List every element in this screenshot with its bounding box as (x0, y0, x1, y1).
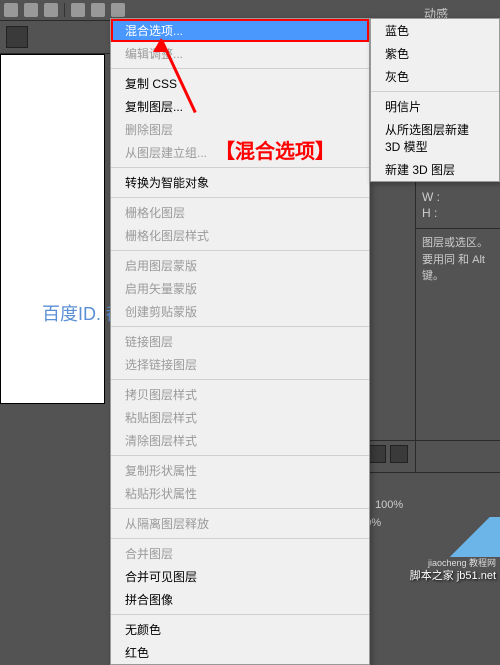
toolbar-icon[interactable] (111, 3, 125, 17)
menu-separator (111, 538, 369, 539)
layer-context-menu: 混合选项... 编辑调整... 复制 CSS 复制图层... 删除图层 从图层建… (110, 18, 370, 665)
menu-no-color[interactable]: 无颜色 (111, 618, 369, 641)
menu-release-iso: 从隔离图层释放 (111, 512, 369, 535)
menu-merge-layers: 合并图层 (111, 542, 369, 565)
menu-copy-style: 拷贝图层样式 (111, 383, 369, 406)
toolbar-icon[interactable] (71, 3, 85, 17)
menu-paste-shape-attr: 粘贴形状属性 (111, 482, 369, 505)
menu-copy-shape-attr: 复制形状属性 (111, 459, 369, 482)
submenu-new-3d-layer[interactable]: 新建 3D 图层 (371, 158, 499, 181)
opacity-value[interactable]: 100% (375, 499, 403, 511)
menu-flatten[interactable]: 拼合图像 (111, 588, 369, 611)
menu-link-layers: 链接图层 (111, 330, 369, 353)
watermark-site: 脚本之家 jb51.net (410, 567, 496, 583)
h-label: H : (422, 206, 437, 220)
annotation-text: 【混合选项】 (215, 135, 335, 164)
menu-enable-mask: 启用图层蒙版 (111, 254, 369, 277)
menu-copy-css[interactable]: 复制 CSS (111, 72, 369, 95)
menu-enable-vector-mask: 启用矢量蒙版 (111, 277, 369, 300)
menu-edit-adjust: 编辑调整... (111, 42, 369, 65)
toolbar-icon[interactable] (91, 3, 105, 17)
menu-blend-options[interactable]: 混合选项... (111, 19, 369, 42)
menu-red[interactable]: 红色 (111, 641, 369, 664)
toolbar-icon[interactable] (44, 3, 58, 17)
move-tool-icon[interactable] (6, 26, 28, 48)
adjustments-icon[interactable] (368, 445, 386, 463)
canvas[interactable] (0, 54, 105, 404)
app-icon (4, 3, 18, 17)
menu-separator (111, 326, 369, 327)
menu-separator (111, 455, 369, 456)
toolbar-icon[interactable] (24, 3, 38, 17)
menu-separator (111, 250, 369, 251)
menu-separator (111, 197, 369, 198)
menu-select-linked: 选择链接图层 (111, 353, 369, 376)
dimensions-panel: W : H : (416, 182, 500, 229)
app-titlebar: 动感 (0, 0, 500, 20)
w-label: W : (422, 190, 440, 204)
menu-create-clip-mask: 创建剪贴蒙版 (111, 300, 369, 323)
menu-separator (111, 68, 369, 69)
menu-merge-visible[interactable]: 合并可见图层 (111, 565, 369, 588)
color-submenu: 蓝色 紫色 灰色 明信片 从所选图层新建 3D 模型 新建 3D 图层 (370, 18, 500, 182)
paths-icon[interactable] (390, 445, 408, 463)
menu-rasterize-style: 栅格化图层样式 (111, 224, 369, 247)
menu-separator (111, 167, 369, 168)
submenu-postcard[interactable]: 明信片 (371, 95, 499, 118)
menu-convert-smart[interactable]: 转换为智能对象 (111, 171, 369, 194)
hint-text: 图层或选区。要用同 和 Alt 键。 (416, 229, 500, 291)
menu-separator (371, 91, 499, 92)
submenu-purple[interactable]: 紫色 (371, 42, 499, 65)
submenu-blue[interactable]: 蓝色 (371, 19, 499, 42)
submenu-new-3d-from-layer[interactable]: 从所选图层新建 3D 模型 (371, 118, 499, 158)
menu-separator (111, 508, 369, 509)
submenu-gray[interactable]: 灰色 (371, 65, 499, 88)
menu-rasterize-layer: 栅格化图层 (111, 201, 369, 224)
menu-paste-style: 粘贴图层样式 (111, 406, 369, 429)
menu-clear-style: 清除图层样式 (111, 429, 369, 452)
menu-separator (111, 379, 369, 380)
menu-duplicate-layer[interactable]: 复制图层... (111, 95, 369, 118)
corner-decoration (440, 517, 500, 557)
menu-separator (111, 614, 369, 615)
separator (64, 3, 65, 17)
